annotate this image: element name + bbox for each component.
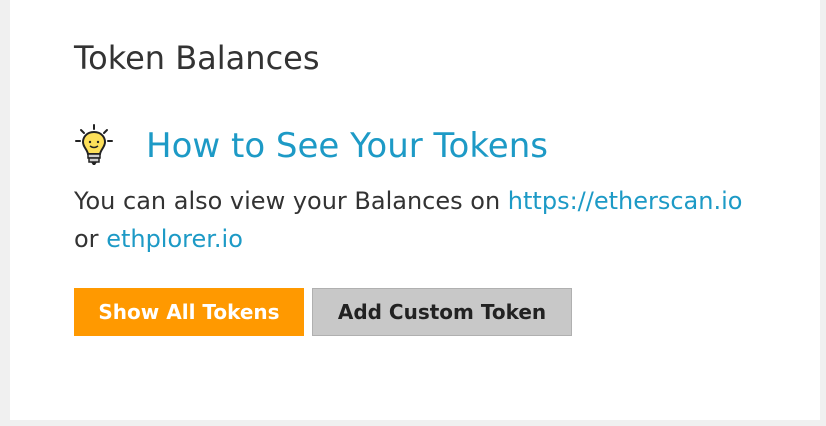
ethplorer-link[interactable]: ethplorer.io: [106, 225, 243, 253]
lightbulb-icon: [74, 124, 114, 168]
howto-link[interactable]: How to See Your Tokens: [146, 129, 548, 163]
button-row: Show All Tokens Add Custom Token: [74, 288, 572, 336]
description-or: or: [74, 225, 107, 253]
token-balances-panel: Token Balances How to See Your Tokens Yo…: [10, 0, 820, 420]
add-custom-token-button[interactable]: Add Custom Token: [312, 288, 572, 336]
etherscan-link[interactable]: https://etherscan.io: [508, 187, 743, 215]
howto-row: How to See Your Tokens: [74, 120, 548, 172]
description: You can also view your Balances on https…: [74, 182, 774, 258]
show-all-tokens-button[interactable]: Show All Tokens: [74, 288, 304, 336]
panel-title: Token Balances: [74, 39, 320, 77]
description-prefix: You can also view your Balances on: [74, 187, 508, 215]
